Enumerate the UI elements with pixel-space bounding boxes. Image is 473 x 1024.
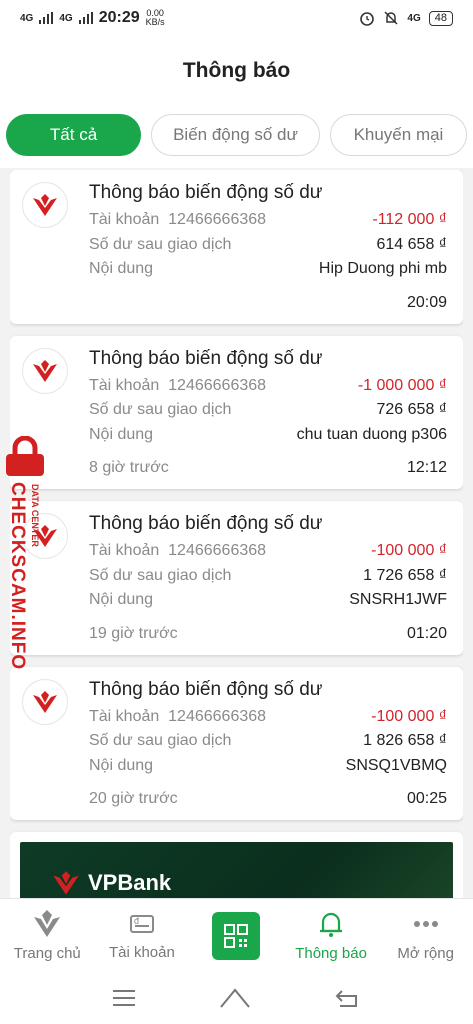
vpbank-brand: VPBank <box>50 870 171 896</box>
balance: 1 726 658 ₫ <box>363 566 447 584</box>
account-card-icon: đ <box>129 915 154 933</box>
net-speed-unit: KB/s <box>145 17 165 27</box>
nav-account[interactable]: đ Tài khoản <box>95 899 190 972</box>
lock-icon <box>6 436 44 476</box>
signal-1-label: 4G <box>20 12 34 24</box>
promo-banner[interactable]: VPBank <box>20 842 453 900</box>
menu-icon[interactable] <box>111 988 137 1008</box>
net-speed: 0.00 KB/s <box>146 9 165 27</box>
relative-time: 20 giờ trước <box>89 790 178 807</box>
vpbank-logo-icon <box>22 182 68 228</box>
nav-home-label: Trang chủ <box>13 945 81 962</box>
content: SNSRH1JWF <box>349 591 447 609</box>
nav-more-label: Mở rộng <box>397 945 454 962</box>
content-label: Nội dung <box>89 260 154 278</box>
balance-label: Số dư sau giao dịch <box>89 566 232 584</box>
filter-tabs: Tất cả Biến động số dư Khuyến mại <box>0 106 473 168</box>
nav-home[interactable]: Trang chủ <box>0 899 95 972</box>
notification-card[interactable]: Thông báo biến động số dư Tài khoản 1246… <box>10 501 463 655</box>
vpbank-logo-icon <box>53 871 79 895</box>
content-label: Nội dung <box>89 425 154 443</box>
account-number: 12466666368 <box>168 376 267 394</box>
balance-label: Số dư sau giao dịch <box>89 235 232 253</box>
balance: 726 658 ₫ <box>376 401 448 419</box>
brand-name: VPBank <box>88 870 172 895</box>
amount: -112 000 ₫ <box>372 211 447 229</box>
status-bar: 4G 4G 20:29 0.00 KB/s 4G 48 <box>0 0 473 36</box>
signal-2-label: 4G <box>59 12 73 24</box>
notification-title: Thông báo biến động số dư <box>89 347 323 369</box>
vpbank-logo-icon <box>22 678 68 725</box>
checkscam-watermark: CHECKSCAM.INFO DATA CENTER <box>0 436 46 670</box>
content: chu tuan duong p306 <box>296 425 447 443</box>
home-icon <box>34 910 61 937</box>
content-label: Nội dung <box>89 756 154 774</box>
app-header: Thông báo <box>0 36 473 106</box>
account-label: Tài khoản <box>89 542 160 560</box>
notification-title: Thông báo biến động số dư <box>89 182 323 203</box>
bottom-nav: Trang chủ đ Tài khoản Thông báo Mở rộng <box>0 898 473 972</box>
mute-bell-icon <box>384 11 398 25</box>
nav-account-label: Tài khoản <box>108 944 175 961</box>
account-label: Tài khoản <box>89 211 160 229</box>
notification-card[interactable]: Thông báo biến động số dư Tài khoản 1246… <box>10 335 463 489</box>
nav-notifications[interactable]: Thông báo <box>284 899 379 972</box>
signal-1-icon <box>39 12 54 24</box>
bell-icon <box>320 912 343 937</box>
more-dots-icon <box>413 921 438 927</box>
content-label: Nội dung <box>89 591 154 609</box>
notification-time: 12:12 <box>406 459 447 476</box>
balance-label: Số dư sau giao dịch <box>89 732 232 750</box>
clock: 20:29 <box>98 9 140 26</box>
tab-all[interactable]: Tất cả <box>6 114 142 156</box>
tab-promotions[interactable]: Khuyến mại <box>329 114 467 156</box>
notification-title: Thông báo biến động số dư <box>89 513 323 534</box>
relative-time: 8 giờ trước <box>89 459 169 476</box>
page-title: Thông báo <box>182 59 291 82</box>
watermark-text: CHECKSCAM.INFO <box>7 482 28 671</box>
nav-notifications-label: Thông báo <box>295 945 367 962</box>
signal-2-icon <box>78 12 93 24</box>
alarm-icon <box>360 12 375 26</box>
account-number: 12466666368 <box>168 542 267 560</box>
system-nav-bar <box>0 972 473 1024</box>
balance-label: Số dư sau giao dịch <box>89 401 232 419</box>
notification-time: 00:25 <box>406 790 447 807</box>
content: Hip Duong phi mb <box>318 260 447 278</box>
tab-balance-changes[interactable]: Biến động số dư <box>151 114 320 156</box>
notification-card[interactable]: Thông báo biến động số dư Tài khoản 1246… <box>10 170 463 324</box>
vpbank-logo-icon <box>22 347 68 394</box>
watermark-subtext: DATA CENTER <box>30 484 40 547</box>
account-number: 12466666368 <box>168 211 267 229</box>
notification-card[interactable]: Thông báo biến động số dư Tài khoản 1246… <box>10 666 463 820</box>
nav-more[interactable]: Mở rộng <box>378 899 473 972</box>
qr-scan-icon <box>212 911 261 960</box>
signal-3-label: 4G <box>407 12 421 24</box>
notification-title: Thông báo biến động số dư <box>89 678 323 700</box>
back-icon[interactable] <box>334 987 362 1009</box>
promo-banner-card[interactable]: VPBank <box>10 832 463 900</box>
home-nav-icon[interactable] <box>218 987 252 1009</box>
content: SNSQ1VBMQ <box>345 756 447 774</box>
notification-time: 20:09 <box>406 293 447 311</box>
amount: -100 000 ₫ <box>371 707 447 725</box>
account-label: Tài khoản <box>89 707 160 725</box>
balance: 1 826 658 ₫ <box>363 732 447 750</box>
nav-qr-scan[interactable] <box>189 899 284 972</box>
notification-list: Thông báo biến động số dư Tài khoản 1246… <box>10 170 463 900</box>
amount: -1 000 000 ₫ <box>357 376 447 394</box>
notification-time: 01:20 <box>406 624 447 642</box>
account-label: Tài khoản <box>89 376 160 394</box>
account-number: 12466666368 <box>168 707 267 725</box>
amount: -100 000 ₫ <box>371 542 447 560</box>
svg-text:đ: đ <box>134 916 139 926</box>
relative-time: 19 giờ trước <box>89 624 178 642</box>
balance: 614 658 ₫ <box>376 235 448 253</box>
battery-indicator: 48 <box>428 10 453 26</box>
